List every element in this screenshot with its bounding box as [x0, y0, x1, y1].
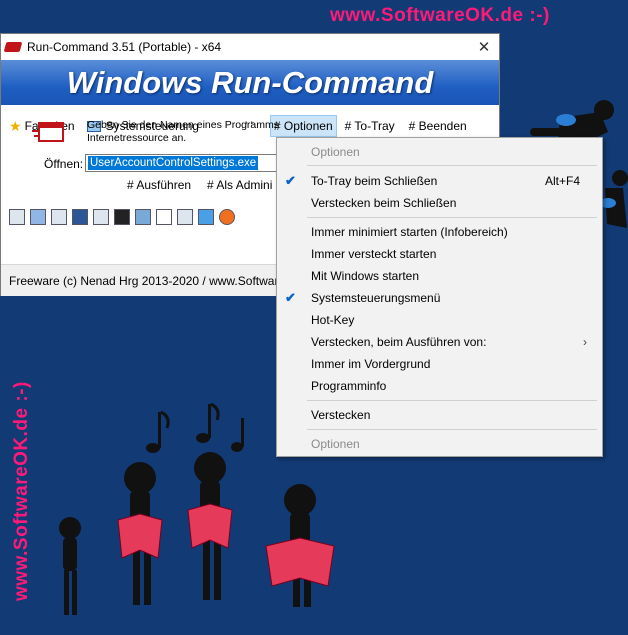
- menu-item-start-with-windows[interactable]: Mit Windows starten: [277, 265, 602, 287]
- menu-item-always-on-top[interactable]: Immer im Vordergrund: [277, 353, 602, 375]
- banner-title: Windows Run-Command: [66, 64, 434, 100]
- registry-icon[interactable]: [135, 209, 151, 225]
- submenu-arrow-icon: ›: [583, 335, 587, 349]
- app-icon: [3, 42, 23, 52]
- cmd-icon[interactable]: [114, 209, 130, 225]
- menu-item-to-tray[interactable]: ✔ To-Tray beim Schließen Alt+F4: [277, 170, 602, 192]
- open-label: Öffnen:: [44, 157, 84, 171]
- open-input-value: UserAccountControlSettings.exe: [88, 156, 259, 170]
- menu-item-hide[interactable]: Verstecken: [277, 404, 602, 426]
- menu-item-hide-when-running[interactable]: Verstecken, beim Ausführen von: ›: [277, 331, 602, 353]
- calculator-icon[interactable]: [93, 209, 109, 225]
- menu-item-control-panel-menu[interactable]: ✔ Systemsteuerungsmenü: [277, 287, 602, 309]
- options-menu-button[interactable]: # Optionen: [269, 115, 337, 137]
- menu-header: Optionen: [311, 145, 360, 159]
- prompt-text: Geben Sie den Namen eines Programms Inte…: [87, 119, 279, 145]
- close-button[interactable]: ✕: [469, 34, 499, 60]
- check-icon: ✔: [285, 173, 296, 188]
- powershell-icon[interactable]: [72, 209, 88, 225]
- menu-item-hotkey[interactable]: Hot-Key: [277, 309, 602, 331]
- title-bar[interactable]: Run-Command 3.51 (Portable) - x64: [1, 34, 499, 60]
- menu-item-start-minimized[interactable]: Immer minimiert starten (Infobereich): [277, 221, 602, 243]
- tools-icon[interactable]: [9, 209, 25, 225]
- star-icon: ★: [9, 117, 22, 134]
- music-notes-icon: [146, 402, 244, 453]
- printer-icon[interactable]: [51, 209, 67, 225]
- firefox-icon[interactable]: [219, 209, 235, 225]
- menu-item-program-info[interactable]: Programminfo: [277, 375, 602, 397]
- run-button[interactable]: # Ausführen: [127, 178, 191, 192]
- open-input[interactable]: UserAccountControlSettings.exe: [85, 154, 285, 172]
- app-banner: Windows Run-Command: [1, 60, 499, 105]
- menu-footer: Optionen: [311, 437, 360, 451]
- to-tray-button[interactable]: # To-Tray: [342, 115, 398, 137]
- run-as-admin-button[interactable]: # Als Admini: [207, 178, 272, 192]
- monitor-icon[interactable]: [30, 209, 46, 225]
- quick-icons: [9, 209, 235, 225]
- menu-item-hide-on-close[interactable]: Verstecken beim Schließen: [277, 192, 602, 214]
- menu-separator: [307, 217, 597, 218]
- prompt-line-2: Internetressource an.: [87, 132, 187, 144]
- check-icon: ✔: [285, 290, 296, 305]
- prompt-line-1: Geben Sie den Namen eines Programms: [87, 119, 280, 131]
- exit-button[interactable]: # Beenden: [406, 115, 470, 137]
- notepad-icon[interactable]: [156, 209, 172, 225]
- network-icon[interactable]: [177, 209, 193, 225]
- menu-separator: [307, 429, 597, 430]
- menu-separator: [307, 400, 597, 401]
- run-dialog-icon: [32, 122, 64, 142]
- menu-separator: [307, 165, 597, 166]
- menu-item-start-hidden[interactable]: Immer versteckt starten: [277, 243, 602, 265]
- window-title: Run-Command 3.51 (Portable) - x64: [27, 40, 222, 54]
- options-menu: Optionen ✔ To-Tray beim Schließen Alt+F4…: [276, 137, 603, 457]
- shortcut-label: Alt+F4: [545, 174, 581, 188]
- control-icon[interactable]: [198, 209, 214, 225]
